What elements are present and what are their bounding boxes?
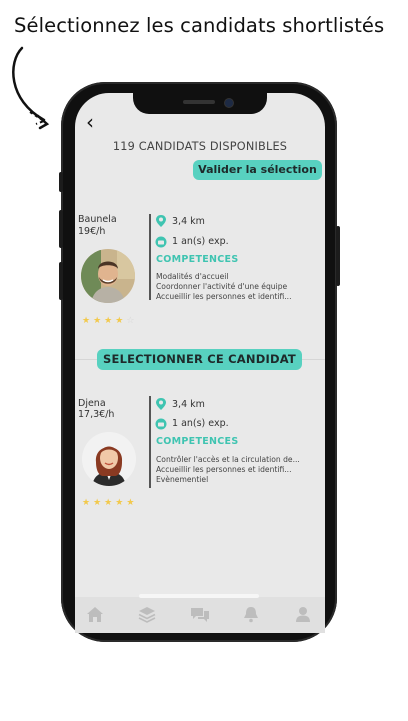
location-pin-icon — [156, 215, 166, 227]
phone-volume-down — [59, 262, 63, 300]
layers-icon[interactable] — [138, 606, 156, 623]
phone-power-button — [336, 226, 340, 286]
star-icon: ★ — [93, 498, 105, 508]
user-icon[interactable] — [295, 606, 311, 623]
back-button[interactable]: ‹ — [86, 110, 94, 134]
phone-speaker — [183, 100, 215, 104]
home-indicator — [139, 594, 259, 598]
star-icon: ★ — [104, 498, 116, 508]
candidate-experience: 1 an(s) exp. — [172, 418, 229, 429]
candidates-count: 119 CANDIDATS DISPONIBLES — [112, 140, 288, 153]
candidate-rate: 17,3€/h — [78, 409, 115, 420]
location-pin-icon — [156, 398, 166, 410]
validate-selection-button[interactable]: Valider la sélection — [193, 160, 322, 180]
star-icon: ★ — [93, 316, 105, 326]
star-icon: ★ — [115, 498, 127, 508]
skill-item: Accueillir les personnes et identifi... — [156, 292, 292, 301]
skill-item: Evènementiel — [156, 475, 209, 484]
skill-item: Accueillir les personnes et identifi... — [156, 465, 292, 474]
star-icon: ★ — [104, 316, 116, 326]
separator-line — [149, 396, 151, 488]
star-icon: ★ — [126, 498, 138, 508]
competences-label: COMPETENCES — [156, 436, 239, 447]
candidate-experience: 1 an(s) exp. — [172, 236, 229, 247]
star-empty-icon: ☆ — [126, 316, 138, 326]
home-icon[interactable] — [86, 606, 104, 623]
skill-item: Modalités d'accueil — [156, 272, 229, 281]
curved-arrow-icon — [12, 46, 50, 130]
bell-icon[interactable] — [243, 606, 259, 623]
rating-stars: ★★★★☆ — [82, 316, 137, 326]
select-candidate-button[interactable]: SELECTIONNER CE CANDIDAT — [97, 349, 302, 370]
phone-side-button — [59, 172, 63, 192]
experience-icon — [155, 418, 167, 430]
candidate-distance: 3,4 km — [172, 399, 205, 410]
candidate-distance: 3,4 km — [172, 216, 205, 227]
caption-title: Sélectionnez les candidats shortlistés — [14, 14, 385, 37]
rating-stars: ★★★★★ — [82, 498, 137, 508]
candidate-rate: 19€/h — [78, 226, 106, 237]
skill-item: Coordonner l'activité d'une équipe — [156, 282, 288, 291]
separator-line — [149, 214, 151, 300]
star-icon: ★ — [82, 498, 94, 508]
chat-icon[interactable] — [190, 606, 210, 623]
candidate-avatar — [82, 432, 136, 486]
phone-camera — [224, 98, 234, 108]
candidate-name: Baunela — [78, 214, 117, 225]
skill-item: Contrôler l'accès et la circulation de..… — [156, 455, 300, 464]
competences-label: COMPETENCES — [156, 254, 239, 265]
candidate-avatar — [81, 249, 135, 303]
phone-volume-up — [59, 210, 63, 248]
experience-icon — [155, 236, 167, 248]
star-icon: ★ — [82, 316, 94, 326]
star-icon: ★ — [115, 316, 127, 326]
